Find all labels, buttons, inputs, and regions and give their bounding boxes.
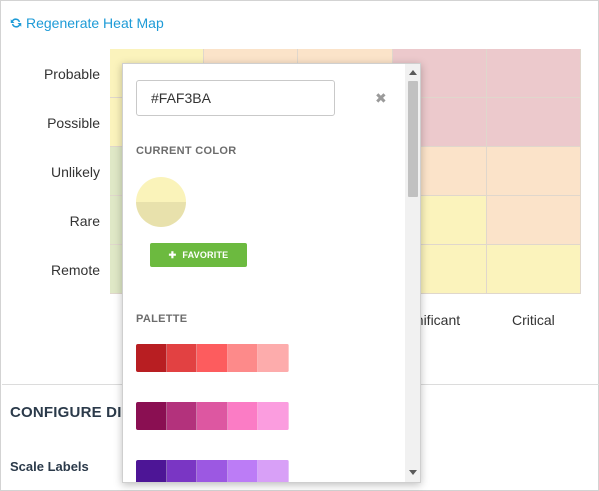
palette-swatch[interactable] <box>197 344 228 372</box>
palette-swatch[interactable] <box>166 402 198 430</box>
palette-swatch[interactable] <box>258 344 289 372</box>
regenerate-heatmap-link[interactable]: Regenerate Heat Map <box>10 15 164 31</box>
heatmap-cell[interactable] <box>486 147 581 196</box>
color-picker-popover: ✖ CURRENT COLOR ✚ FAVORITE PALETTE <box>122 63 421 483</box>
configure-heading: CONFIGURE DI <box>10 404 122 421</box>
heatmap-cell[interactable] <box>486 98 581 147</box>
heatmap-cell[interactable] <box>486 196 581 245</box>
palette-swatch[interactable] <box>258 402 289 430</box>
hex-color-input[interactable] <box>136 80 335 116</box>
heatmap-cell[interactable] <box>486 49 581 98</box>
current-color-swatch <box>136 177 186 227</box>
palette-row <box>136 344 289 372</box>
current-color-title: CURRENT COLOR <box>136 145 237 157</box>
favorite-button[interactable]: ✚ FAVORITE <box>150 243 247 267</box>
palette-swatch[interactable] <box>136 460 167 482</box>
palette-swatch[interactable] <box>166 344 198 372</box>
row-label-rare: Rare <box>69 213 100 229</box>
palette-swatch[interactable] <box>197 402 228 430</box>
col-label-critical: Critical <box>512 312 555 328</box>
palette-title: PALETTE <box>136 313 188 325</box>
palette-swatch[interactable] <box>227 402 259 430</box>
palette-swatch[interactable] <box>166 460 198 482</box>
palette-swatch[interactable] <box>136 402 167 430</box>
row-label-remote: Remote <box>50 262 100 278</box>
refresh-icon <box>10 18 22 28</box>
plus-icon: ✚ <box>168 249 177 260</box>
row-label-unlikely: Unlikely <box>50 164 100 180</box>
palette-swatch[interactable] <box>136 344 167 372</box>
scroll-down-arrow-icon[interactable] <box>409 470 417 475</box>
regenerate-heatmap-label: Regenerate Heat Map <box>26 15 164 31</box>
scroll-thumb[interactable] <box>408 81 418 197</box>
palette-swatch[interactable] <box>227 460 259 482</box>
scale-labels-heading: Scale Labels <box>10 459 89 474</box>
palette-swatch[interactable] <box>258 460 289 482</box>
palette-row <box>136 460 289 482</box>
close-icon[interactable]: ✖ <box>375 90 387 107</box>
row-label-possible: Possible <box>47 115 100 131</box>
popover-scrollbar[interactable] <box>405 64 420 482</box>
favorite-label: FAVORITE <box>182 250 229 260</box>
row-label-probable: Probable <box>43 66 100 82</box>
palette-row <box>136 402 289 430</box>
palette-swatch[interactable] <box>197 460 228 482</box>
palette-swatch[interactable] <box>227 344 259 372</box>
scroll-up-arrow-icon[interactable] <box>409 70 417 75</box>
heatmap-cell[interactable] <box>486 245 581 294</box>
risk-heatmap-panel: Regenerate Heat Map Probable Possible Un… <box>0 0 599 491</box>
